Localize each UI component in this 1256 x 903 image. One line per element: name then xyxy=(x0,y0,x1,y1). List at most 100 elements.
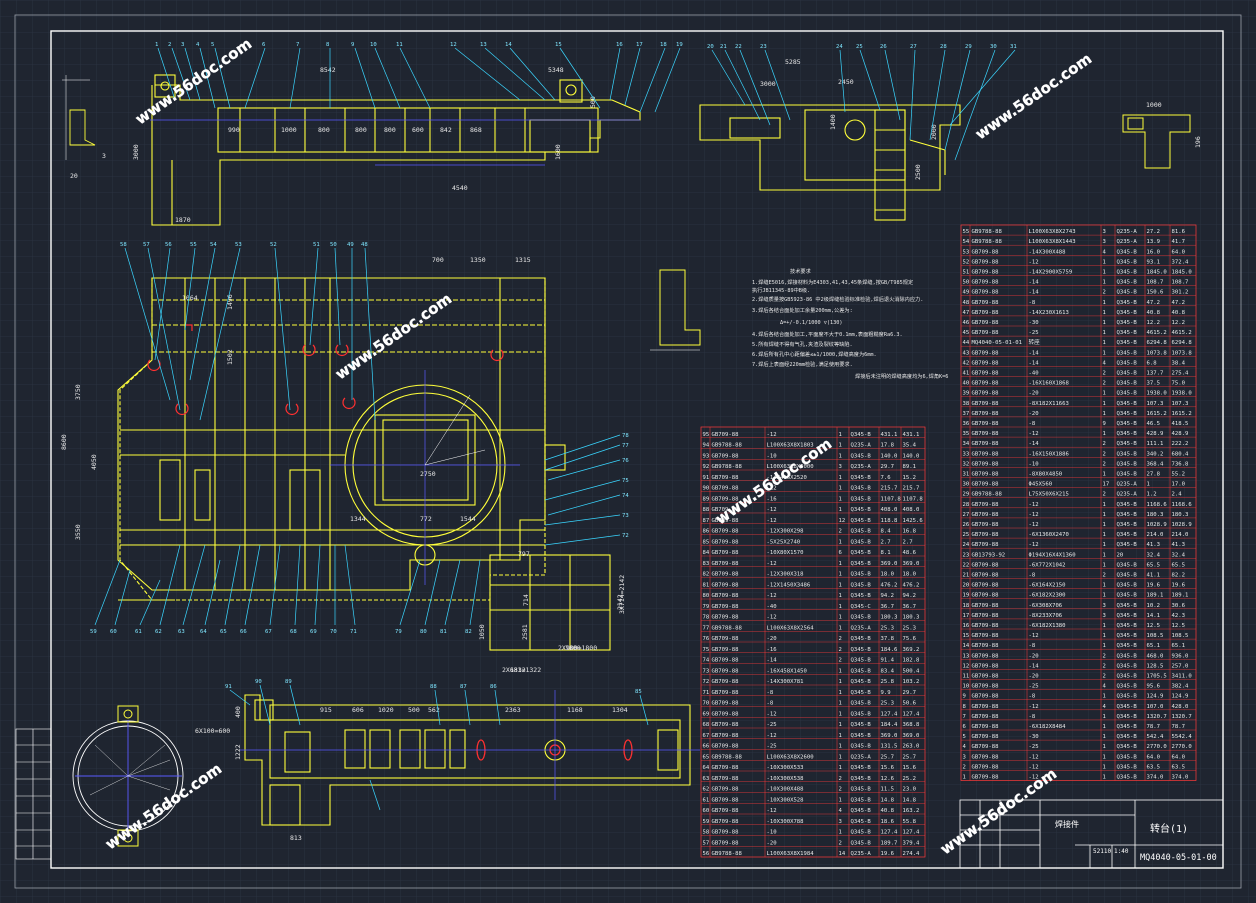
table-cell: 63.5 xyxy=(1172,764,1185,770)
table-cell: 56 xyxy=(703,851,710,857)
svg-text:85: 85 xyxy=(635,689,642,695)
table-cell: 70 xyxy=(703,701,710,707)
table-cell: Q345-B xyxy=(851,561,872,567)
cad-drawing-canvas: 技术要求 1.焊缝E5016,焊接材料为E4303,41,43,45条焊缝,按G… xyxy=(0,0,1256,903)
table-cell: 274.4 xyxy=(903,851,920,857)
table-cell: 1 xyxy=(1103,593,1106,599)
table-cell: 1 xyxy=(839,453,842,459)
table-cell: 1 xyxy=(839,625,842,631)
table-cell: MQ4040-05-01-01 xyxy=(972,340,1023,346)
table-cell: 87 xyxy=(703,518,710,524)
table-cell: GB709-88 xyxy=(712,529,740,535)
table-cell: -25 xyxy=(767,722,777,728)
table-cell: 82 xyxy=(703,572,710,578)
table-cell: -12 xyxy=(767,518,777,524)
table-cell: 51 xyxy=(963,270,970,276)
table-cell: 184.4 xyxy=(881,722,898,728)
table-cell: Q235-A xyxy=(1117,482,1138,488)
table-cell: 2 xyxy=(1103,441,1106,447)
svg-text:10: 10 xyxy=(370,42,377,48)
table-cell: 1 xyxy=(1103,431,1106,437)
dimension-label: 3000 xyxy=(760,80,776,88)
table-cell: 189.1 xyxy=(1172,593,1189,599)
table-cell: -6X308X706 xyxy=(1029,603,1063,609)
svg-text:55: 55 xyxy=(190,242,197,248)
table-cell: 84 xyxy=(703,550,710,556)
svg-text:48: 48 xyxy=(361,242,368,248)
table-cell: 33 xyxy=(963,451,970,457)
table-cell: 19.6 xyxy=(881,851,894,857)
table-cell: Q345-B xyxy=(851,529,872,535)
table-cell: -12 xyxy=(1029,502,1039,508)
table-cell: 1 xyxy=(839,765,842,771)
table-cell: GB709-88 xyxy=(972,522,1000,528)
svg-text:74: 74 xyxy=(622,493,629,499)
table-cell: Q345-B xyxy=(1117,764,1138,770)
title-weight: 52110 xyxy=(1093,848,1111,855)
table-cell: -8 xyxy=(1029,694,1036,700)
table-cell: 37.5 xyxy=(1147,381,1160,387)
svg-text:9: 9 xyxy=(351,42,354,48)
table-cell: -10X300X788 xyxy=(767,819,805,825)
table-cell: 736.8 xyxy=(1172,461,1189,467)
table-cell: -14 xyxy=(1029,663,1040,669)
table-cell: GB709-88 xyxy=(972,451,1000,457)
table-cell: GB709-88 xyxy=(972,684,1000,690)
svg-text:91: 91 xyxy=(225,684,232,690)
table-cell: -8 xyxy=(1029,643,1036,649)
table-cell: GB709-88 xyxy=(972,249,1000,255)
table-cell: 26 xyxy=(963,522,970,528)
table-cell: 36.7 xyxy=(903,604,916,610)
table-cell: 428.9 xyxy=(1172,431,1189,437)
table-cell: 137.7 xyxy=(1147,371,1164,377)
svg-text:87: 87 xyxy=(460,684,467,690)
table-cell: 6.8 xyxy=(1147,360,1158,366)
table-cell: GB709-88 xyxy=(972,259,1000,265)
table-cell: 5 xyxy=(963,734,966,740)
table-cell: 45 xyxy=(963,330,970,336)
table-cell: -10 xyxy=(767,830,777,836)
table-cell: Q345-B xyxy=(1117,340,1138,346)
table-cell: GB709-88 xyxy=(972,764,1000,770)
table-cell: 15 xyxy=(963,633,970,639)
svg-text:13: 13 xyxy=(480,42,487,48)
table-cell: 27.8 xyxy=(1147,472,1161,478)
table-cell: 1938.0 xyxy=(1147,391,1167,397)
svg-text:29: 29 xyxy=(965,44,972,50)
table-cell: 1 xyxy=(1103,633,1106,639)
table-cell: 1 xyxy=(839,496,842,502)
dimension-label: 1344 xyxy=(350,515,366,523)
svg-text:77: 77 xyxy=(622,443,629,449)
table-cell: 2 xyxy=(1103,290,1106,296)
table-cell: Q235-A xyxy=(1117,229,1138,235)
svg-text:53: 53 xyxy=(235,242,242,248)
table-cell: Q345-B xyxy=(1117,603,1138,609)
table-cell: 1073.8 xyxy=(1147,350,1168,356)
table-cell: 1 xyxy=(839,615,842,621)
table-cell: GB9788-88 xyxy=(972,239,1003,245)
table-cell: 18 xyxy=(963,603,970,609)
table-cell: 1 xyxy=(839,593,842,599)
table-cell: 108.5 xyxy=(1172,633,1189,639)
table-cell: GB709-88 xyxy=(972,360,1000,366)
table-cell: Q345-B xyxy=(1117,371,1138,377)
table-cell: 1 xyxy=(839,830,842,836)
table-cell: 7.6 xyxy=(881,475,891,481)
table-cell: GB709-88 xyxy=(712,690,740,696)
table-cell: 17.8 xyxy=(881,443,895,449)
table-cell: Q345-B xyxy=(1117,775,1138,781)
table-cell: GB9788-88 xyxy=(972,492,1003,498)
table-cell: Q345-B xyxy=(1117,674,1138,680)
table-cell: Q345-B xyxy=(851,550,872,556)
table-cell: GB709-88 xyxy=(712,733,740,739)
table-cell: 89 xyxy=(703,496,710,502)
table-cell: 48 xyxy=(963,300,970,306)
table-cell: 19.6 xyxy=(1172,583,1185,589)
table-cell: 118.8 xyxy=(881,518,898,524)
table-cell: -20 xyxy=(767,636,777,642)
table-cell: 20 xyxy=(963,583,970,589)
table-cell: 38 xyxy=(963,401,970,407)
table-cell: Q345-B xyxy=(1117,300,1138,306)
table-cell: 19.6 xyxy=(1147,583,1160,589)
tech-note-line: 2.焊缝质量按GB5923-86 中2级焊缝检验标准检验,焊后退火消除内应力. xyxy=(752,295,923,303)
